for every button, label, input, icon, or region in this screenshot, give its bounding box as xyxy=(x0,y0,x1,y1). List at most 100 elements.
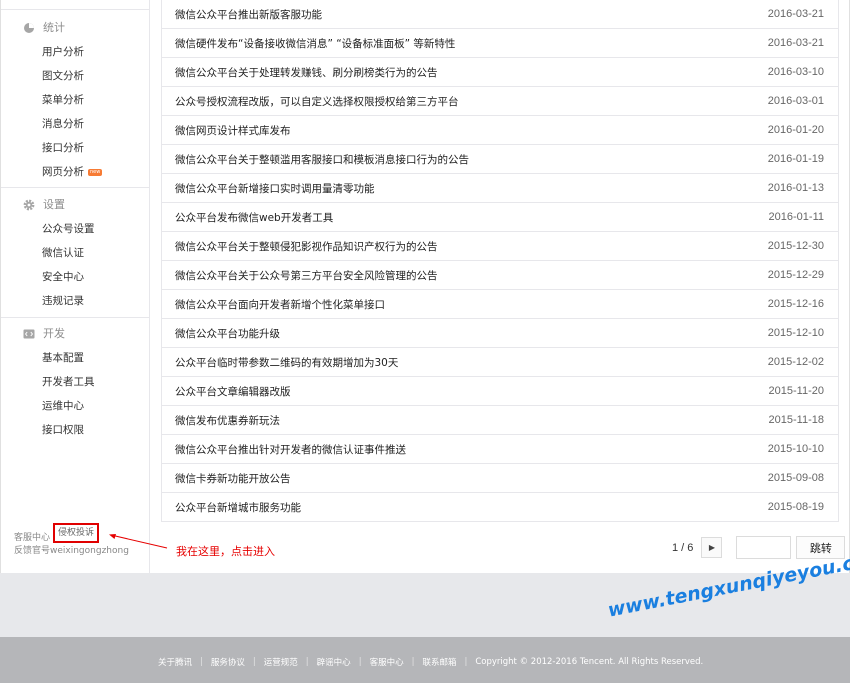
next-page-button[interactable]: ▶ xyxy=(701,537,723,558)
notice-row[interactable]: 公众平台发布微信web开发者工具 2016-01-11 xyxy=(162,202,838,231)
sidebar-item-ops-center[interactable]: 运维中心 xyxy=(1,394,149,418)
footer-link[interactable]: 关于腾讯 xyxy=(158,656,192,668)
notice-date: 2015-12-02 xyxy=(767,356,824,368)
sidebar-item-label: 微信认证 xyxy=(42,247,84,259)
notice-title[interactable]: 微信公众平台关于整顿侵犯影视作品知识产权行为的公告 xyxy=(175,239,438,254)
notice-row[interactable]: 微信公众平台推出新版客服功能 2016-03-21 xyxy=(162,0,838,28)
sidebar-group-label: 统计 xyxy=(43,21,65,34)
notice-row[interactable]: 微信卡券新功能开放公告 2015-09-08 xyxy=(162,463,838,492)
notice-date: 2015-11-20 xyxy=(768,385,824,397)
notice-title[interactable]: 微信公众平台关于整顿滥用客服接口和模板消息接口行为的公告 xyxy=(175,152,469,167)
notice-row[interactable]: 公众平台文章编辑器改版 2015-11-20 xyxy=(162,376,838,405)
notice-row[interactable]: 微信发布优惠券新玩法 2015-11-18 xyxy=(162,405,838,434)
page-footer: 关于腾讯 | 服务协议 | 运营规范 | 辟谣中心 | 客服中心 | 联系邮箱 | Copyright … xyxy=(0,637,850,683)
footer-link[interactable]: 服务协议 xyxy=(211,656,245,668)
notice-title[interactable]: 微信发布优惠券新玩法 xyxy=(175,413,280,428)
notice-title[interactable]: 微信网页设计样式库发布 xyxy=(175,123,291,138)
annotation-text: 我在这里，点击进入 xyxy=(176,545,275,558)
sidebar-item-menu-analysis[interactable]: 菜单分析 xyxy=(1,88,149,112)
notice-date: 2015-12-29 xyxy=(767,269,824,281)
notice-date: 2016-01-13 xyxy=(767,182,824,194)
footer-separator: | xyxy=(411,657,415,667)
sidebar-item-article-analysis[interactable]: 图文分析 xyxy=(1,64,149,88)
sidebar-item-label: 用户分析 xyxy=(42,46,84,58)
notice-title[interactable]: 公众平台新增城市服务功能 xyxy=(175,500,301,515)
notice-title[interactable]: 微信公众平台新增接口实时调用量清零功能 xyxy=(175,181,375,196)
footer-separator: | xyxy=(252,657,256,667)
notice-title[interactable]: 微信公众平台推出新版客服功能 xyxy=(175,7,322,22)
page-indicator: 1 / 6 xyxy=(672,541,694,554)
notice-title[interactable]: 微信公众平台推出针对开发者的微信认证事件推送 xyxy=(175,442,406,457)
sidebar-item-web-analysis[interactable]: 网页分析 new xyxy=(1,160,149,184)
chevron-right-icon: ▶ xyxy=(708,543,715,552)
notice-title[interactable]: 微信公众平台关于公众号第三方平台安全风险管理的公告 xyxy=(175,268,438,283)
notice-row[interactable]: 微信公众平台推出针对开发者的微信认证事件推送 2015-10-10 xyxy=(162,434,838,463)
sidebar-group-title-develop: 开发 xyxy=(1,322,149,346)
notice-row[interactable]: 公众平台新增城市服务功能 2015-08-19 xyxy=(162,492,838,521)
sidebar-group-label: 设置 xyxy=(43,198,65,211)
notice-date: 2015-10-10 xyxy=(767,443,824,455)
sidebar-item-security-center[interactable]: 安全中心 xyxy=(1,265,149,289)
sidebar-group-title-settings: 设置 xyxy=(1,193,149,217)
sidebar-item-message-analysis[interactable]: 消息分析 xyxy=(1,112,149,136)
sidebar-item-label: 安全中心 xyxy=(42,271,84,283)
notice-date: 2016-01-19 xyxy=(767,153,824,165)
sidebar-item-basic-config[interactable]: 基本配置 xyxy=(1,346,149,370)
notice-row[interactable]: 微信公众平台功能升级 2015-12-10 xyxy=(162,318,838,347)
page-number-input[interactable] xyxy=(736,536,792,559)
notice-title[interactable]: 公众平台文章编辑器改版 xyxy=(175,384,291,399)
footer-separator: | xyxy=(464,657,468,667)
notice-title[interactable]: 微信公众平台关于处理转发赚钱、刷分刷榜类行为的公告 xyxy=(175,65,438,80)
sidebar-group-title-stats: 统计 xyxy=(1,16,149,40)
notice-title[interactable]: 微信公众平台功能升级 xyxy=(175,326,280,341)
service-center-link[interactable]: 客服中心 xyxy=(14,531,50,545)
notice-row[interactable]: 公众平台临时带参数二维码的有效期增加为30天 2015-12-02 xyxy=(162,347,838,376)
footer-separator: | xyxy=(305,657,309,667)
notice-row[interactable]: 微信公众平台新增接口实时调用量清零功能 2016-01-13 xyxy=(162,173,838,202)
notice-title[interactable]: 公众号授权流程改版，可以自定义选择权限授权给第三方平台 xyxy=(175,94,459,109)
notice-row[interactable]: 微信公众平台面向开发者新增个性化菜单接口 2015-12-16 xyxy=(162,289,838,318)
notice-row[interactable]: 微信公众平台关于公众号第三方平台安全风险管理的公告 2015-12-29 xyxy=(162,260,838,289)
sidebar-item-api-permissions[interactable]: 接口权限 xyxy=(1,418,149,442)
complaint-link[interactable]: 侵权投诉 xyxy=(53,523,100,543)
sidebar-item-violation-records[interactable]: 违规记录 xyxy=(1,289,149,313)
sidebar-item-account-settings[interactable]: 公众号设置 xyxy=(1,217,149,241)
sidebar-item-label: 基本配置 xyxy=(42,352,84,364)
notice-row[interactable]: 微信网页设计样式库发布 2016-01-20 xyxy=(162,115,838,144)
notice-date: 2015-08-19 xyxy=(767,501,824,513)
pagination: 1 / 6 ▶ 跳转 xyxy=(672,536,846,559)
notice-title[interactable]: 微信硬件发布“设备接收微信消息” “设备标准面板” 等新特性 xyxy=(175,36,455,51)
footer-link[interactable]: 运营规范 xyxy=(264,656,298,668)
copyright-text: Copyright © 2012-2016 Tencent. All Right… xyxy=(475,657,704,667)
notice-title[interactable]: 微信公众平台面向开发者新增个性化菜单接口 xyxy=(175,297,385,312)
notice-title[interactable]: 公众平台临时带参数二维码的有效期增加为30天 xyxy=(175,355,398,370)
notice-title[interactable]: 公众平台发布微信web开发者工具 xyxy=(175,210,333,225)
sidebar-item-label: 接口分析 xyxy=(42,142,84,154)
notice-date: 2015-12-10 xyxy=(767,327,824,339)
notice-date: 2015-11-18 xyxy=(768,414,824,426)
notice-row[interactable]: 微信公众平台关于整顿侵犯影视作品知识产权行为的公告 2015-12-30 xyxy=(162,231,838,260)
notice-date: 2015-09-08 xyxy=(767,472,824,484)
notice-row[interactable]: 微信硬件发布“设备接收微信消息” “设备标准面板” 等新特性 2016-03-21 xyxy=(162,28,838,57)
footer-links: 关于腾讯 | 服务协议 | 运营规范 | 辟谣中心 | 客服中心 | 联系邮箱 | Copyright … xyxy=(158,656,703,668)
sidebar-item-api-analysis[interactable]: 接口分析 xyxy=(1,136,149,160)
footer-link[interactable]: 客服中心 xyxy=(370,656,404,668)
sidebar-item-label: 图文分析 xyxy=(42,70,84,82)
sidebar-item-user-analysis[interactable]: 用户分析 xyxy=(1,40,149,64)
sidebar-group-settings: 设置 公众号设置 微信认证 安全中心 违规记录 xyxy=(1,193,149,313)
notice-row[interactable]: 公众号授权流程改版，可以自定义选择权限授权给第三方平台 2016-03-01 xyxy=(162,86,838,115)
sidebar-item-wechat-verification[interactable]: 微信认证 xyxy=(1,241,149,265)
sidebar: 统计 用户分析 图文分析 菜单分析 消息分析 接口分析 网页分析 new 设置 公… xyxy=(1,0,150,573)
sidebar-divider xyxy=(1,317,149,318)
notice-row[interactable]: 微信公众平台关于处理转发赚钱、刷分刷榜类行为的公告 2016-03-10 xyxy=(162,57,838,86)
notice-row[interactable]: 微信公众平台关于整顿滥用客服接口和模板消息接口行为的公告 2016-01-19 xyxy=(162,144,838,173)
notice-date: 2016-03-01 xyxy=(767,95,824,107)
footer-link[interactable]: 联系邮箱 xyxy=(422,656,456,668)
main-frame: 统计 用户分析 图文分析 菜单分析 消息分析 接口分析 网页分析 new 设置 公… xyxy=(0,0,850,573)
footer-separator: | xyxy=(358,657,362,667)
code-icon xyxy=(23,328,35,340)
notice-title[interactable]: 微信卡券新功能开放公告 xyxy=(175,471,291,486)
gear-icon xyxy=(23,199,35,211)
sidebar-item-developer-tools[interactable]: 开发者工具 xyxy=(1,370,149,394)
footer-link[interactable]: 辟谣中心 xyxy=(317,656,351,668)
